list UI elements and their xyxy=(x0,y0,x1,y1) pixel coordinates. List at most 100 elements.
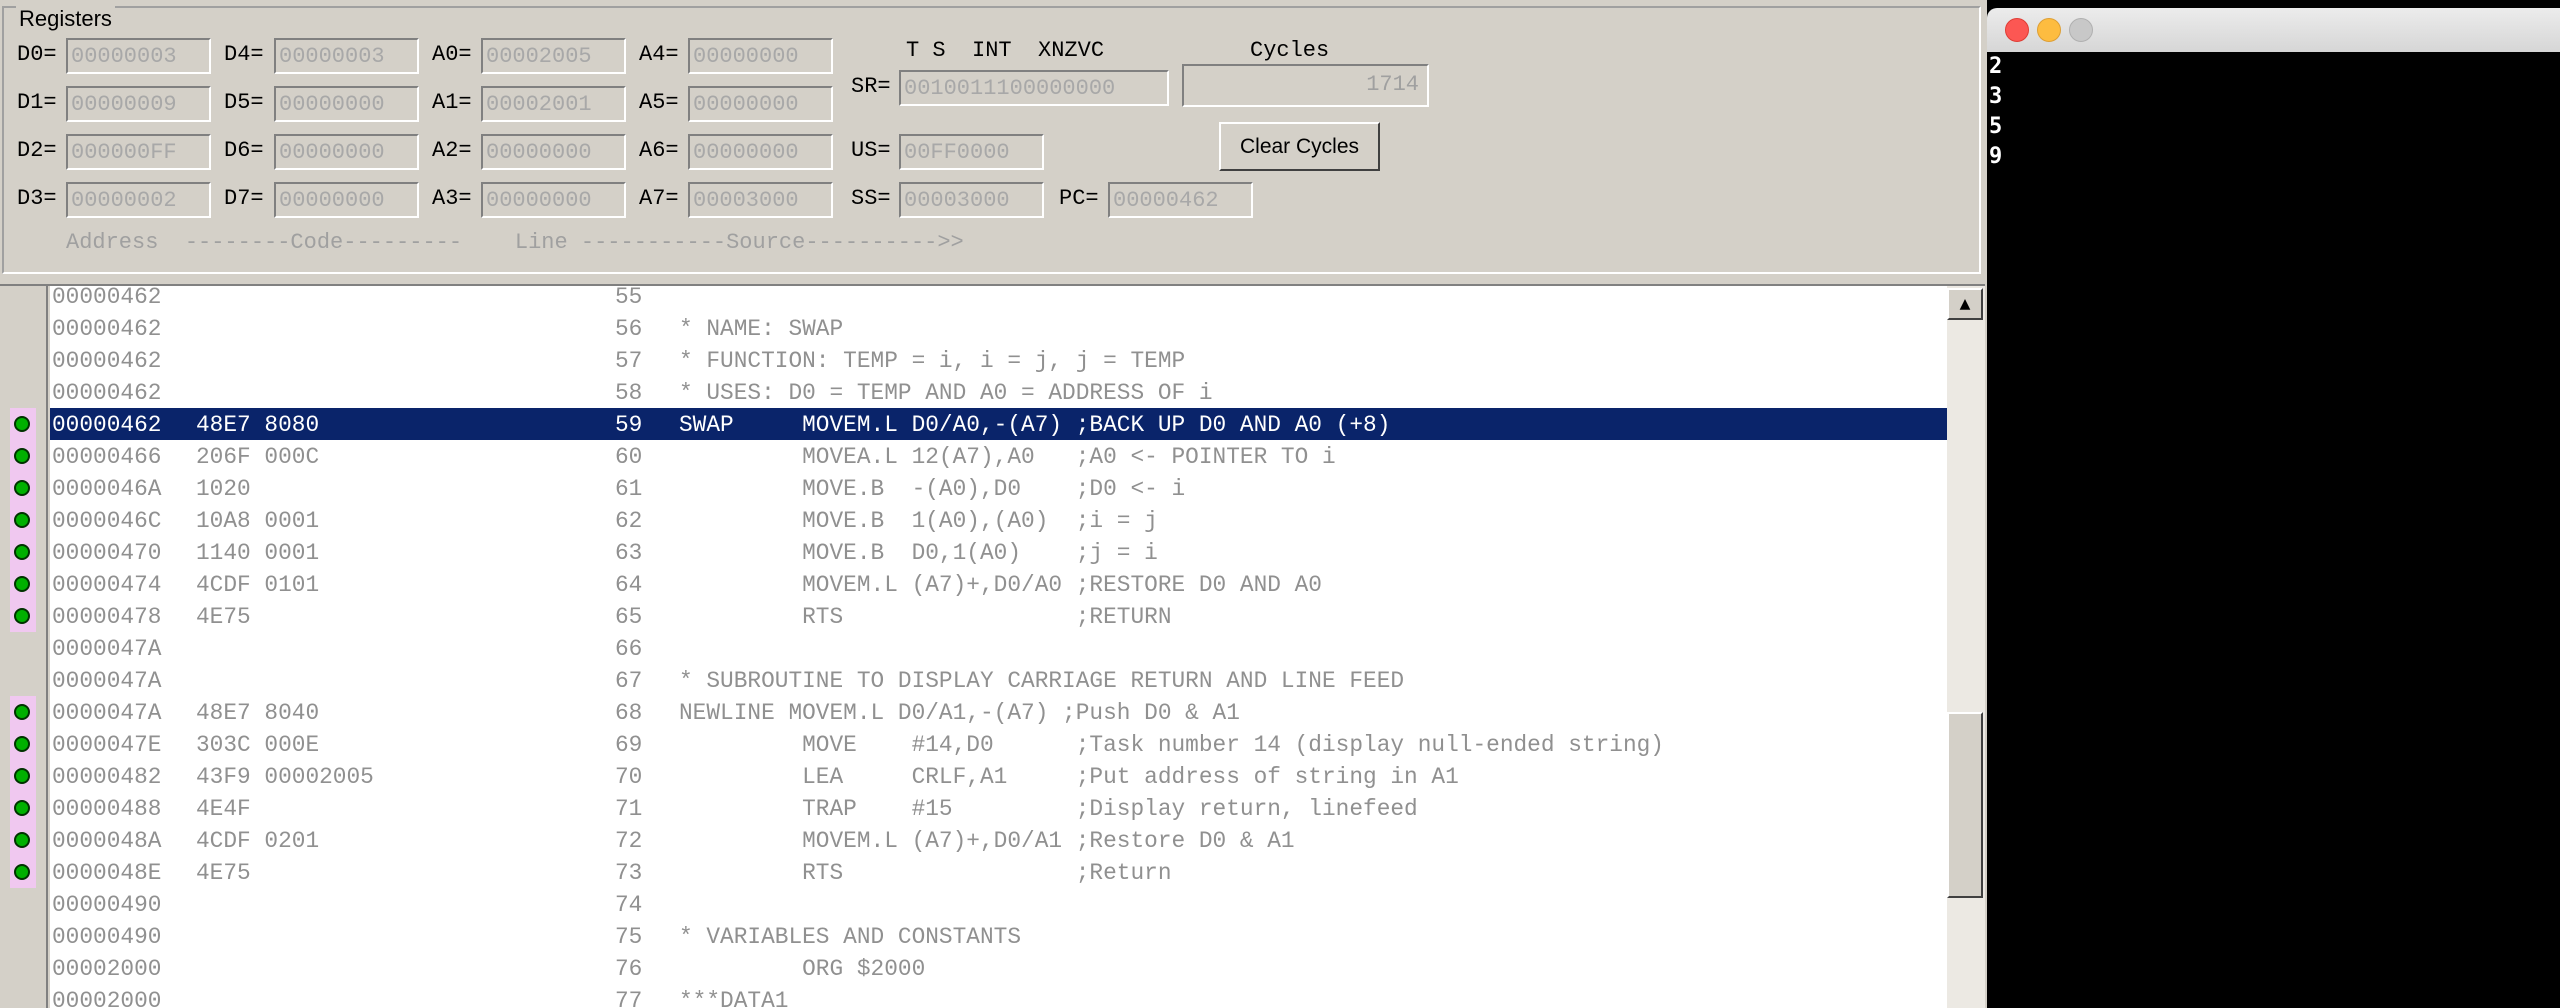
a5-field[interactable]: 00000000 xyxy=(688,86,833,122)
listing-row[interactable]: 0000047A 66 xyxy=(50,632,1947,664)
row-address: 00000462 xyxy=(52,316,162,342)
breakpoint-icon[interactable] xyxy=(14,704,30,720)
row-code: 4E75 xyxy=(196,860,251,886)
a3-field[interactable]: 00000000 xyxy=(481,182,626,218)
terminal-titlebar[interactable] xyxy=(1987,8,2560,52)
breakpoint-icon[interactable] xyxy=(14,768,30,784)
a7-field[interactable]: 00003000 xyxy=(688,182,833,218)
sr-field[interactable]: 0010011100000000 xyxy=(899,70,1169,106)
breakpoint-icon[interactable] xyxy=(14,800,30,816)
listing-row[interactable]: 0000047A 48E7 8040 68 NEWLINE MOVEM.L D0/A1… xyxy=(50,696,1947,728)
row-source: MOVE.B -(A0),D0 ;D0 <- i xyxy=(679,476,1186,502)
d0-label: D0= xyxy=(17,42,57,67)
cycles-label: Cycles xyxy=(1250,38,1330,63)
listing-row[interactable]: 00000462 58 * USES: D0 = TEMP AND A0 = ADD… xyxy=(50,376,1947,408)
breakpoint-icon[interactable] xyxy=(14,416,30,432)
breakpoint-gutter[interactable] xyxy=(0,286,48,1008)
d7-field[interactable]: 00000000 xyxy=(274,182,419,218)
listing-row[interactable]: 00000490 75 * VARIABLES AND CONSTANTS xyxy=(50,920,1947,952)
us-label: US= xyxy=(851,138,891,163)
vertical-scrollbar[interactable]: ▲ xyxy=(1947,286,1985,1008)
row-line-number: 64 xyxy=(615,572,643,598)
breakpoint-icon[interactable] xyxy=(14,512,30,528)
a2-label: A2= xyxy=(432,138,472,163)
row-address: 00000474 xyxy=(52,572,162,598)
breakpoint-icon[interactable] xyxy=(14,576,30,592)
row-address: 0000046A xyxy=(52,476,162,502)
a2-field[interactable]: 00000000 xyxy=(481,134,626,170)
listing-row[interactable]: 0000047E 303C 000E 69 MOVE #14,D0 ;Task nu… xyxy=(50,728,1947,760)
d5-field[interactable]: 00000000 xyxy=(274,86,419,122)
a1-field[interactable]: 00002001 xyxy=(481,86,626,122)
listing-row[interactable]: 00000478 4E75 65 RTS ;RETURN xyxy=(50,600,1947,632)
row-code: 206F 000C xyxy=(196,444,320,470)
listing-column-header: Address --------Code--------- Line -----… xyxy=(66,230,964,255)
listing-row[interactable]: 00000462 56 * NAME: SWAP xyxy=(50,312,1947,344)
listing-row[interactable]: 0000048A 4CDF 0201 72 MOVEM.L (A7)+,D0/A1 … xyxy=(50,824,1947,856)
d4-field[interactable]: 00000003 xyxy=(274,38,419,74)
listing-row[interactable]: 00000462 57 * FUNCTION: TEMP = i, i = j, j… xyxy=(50,344,1947,376)
listing-row[interactable]: 00000490 74 xyxy=(50,888,1947,920)
row-source: MOVE.B 1(A0),(A0) ;i = j xyxy=(679,508,1158,534)
d7-label: D7= xyxy=(224,186,264,211)
row-source: MOVE.B D0,1(A0) ;j = i xyxy=(679,540,1158,566)
row-address: 00000482 xyxy=(52,764,162,790)
row-address: 00000488 xyxy=(52,796,162,822)
listing-view[interactable]: 00000462 55 00000462 56 * NAME: SWAP 00000462… xyxy=(50,286,1947,1008)
ss-field[interactable]: 00003000 xyxy=(899,182,1044,218)
d1-field[interactable]: 00000009 xyxy=(66,86,211,122)
listing-row[interactable]: 0000046A 1020 61 MOVE.B -(A0),D0 ;D0 <- i xyxy=(50,472,1947,504)
terminal-line: 9 xyxy=(1989,144,2003,169)
breakpoint-icon[interactable] xyxy=(14,736,30,752)
us-field[interactable]: 00FF0000 xyxy=(899,134,1044,170)
row-source: SWAP MOVEM.L D0/A0,-(A7) ;BACK UP D0 AND… xyxy=(679,412,1391,438)
listing-row[interactable]: 0000048E 4E75 73 RTS ;Return xyxy=(50,856,1947,888)
listing-row[interactable]: 00002000 77 ***DATA1 xyxy=(50,984,1947,1008)
row-line-number: 76 xyxy=(615,956,643,982)
breakpoint-icon[interactable] xyxy=(14,480,30,496)
row-code: 48E7 8080 xyxy=(196,412,320,438)
breakpoint-icon[interactable] xyxy=(14,448,30,464)
registers-panel: Registers D0= 00000003 D1= 00000009 D2= … xyxy=(2,6,1981,274)
d0-field[interactable]: 00000003 xyxy=(66,38,211,74)
listing-row[interactable]: 00000482 43F9 00002005 70 LEA CRLF,A1 ;Put… xyxy=(50,760,1947,792)
row-address: 00000478 xyxy=(52,604,162,630)
maximize-icon[interactable] xyxy=(2069,18,2093,42)
d2-field[interactable]: 000000FF xyxy=(66,134,211,170)
close-icon[interactable] xyxy=(2005,18,2029,42)
listing-row[interactable]: 00000462 48E7 8080 59 SWAP MOVEM.L D0/A0,-(… xyxy=(50,408,1947,440)
listing-row[interactable]: 0000046C 10A8 0001 62 MOVE.B 1(A0),(A0) ;i… xyxy=(50,504,1947,536)
pc-field[interactable]: 00000462 xyxy=(1108,182,1253,218)
row-source: * NAME: SWAP xyxy=(679,316,844,342)
d5-label: D5= xyxy=(224,90,264,115)
listing-row[interactable]: 00000488 4E4F 71 TRAP #15 ;Display return,… xyxy=(50,792,1947,824)
clear-cycles-button[interactable]: Clear Cycles xyxy=(1219,122,1380,171)
breakpoint-icon[interactable] xyxy=(14,608,30,624)
scroll-up-icon[interactable]: ▲ xyxy=(1947,288,1983,320)
row-source: TRAP #15 ;Display return, linefeed xyxy=(679,796,1418,822)
d6-field[interactable]: 00000000 xyxy=(274,134,419,170)
d3-field[interactable]: 00000002 xyxy=(66,182,211,218)
breakpoint-icon[interactable] xyxy=(14,832,30,848)
listing-row[interactable]: 00000470 1140 0001 63 MOVE.B D0,1(A0) ;j =… xyxy=(50,536,1947,568)
row-line-number: 61 xyxy=(615,476,643,502)
row-code: 4CDF 0101 xyxy=(196,572,320,598)
listing-row[interactable]: 00000466 206F 000C 60 MOVEA.L 12(A7),A0 ;A… xyxy=(50,440,1947,472)
a4-field[interactable]: 00000000 xyxy=(688,38,833,74)
row-line-number: 67 xyxy=(615,668,643,694)
breakpoint-icon[interactable] xyxy=(14,544,30,560)
scroll-thumb[interactable] xyxy=(1947,712,1983,898)
a6-field[interactable]: 00000000 xyxy=(688,134,833,170)
listing-row[interactable]: 00000462 55 xyxy=(50,286,1947,312)
row-address: 00000462 xyxy=(52,412,162,438)
a0-field[interactable]: 00002005 xyxy=(481,38,626,74)
listing-row[interactable]: 0000047A 67 * SUBROUTINE TO DISPLAY CARRIA… xyxy=(50,664,1947,696)
listing-row[interactable]: 00002000 76 ORG $2000 xyxy=(50,952,1947,984)
minimize-icon[interactable] xyxy=(2037,18,2061,42)
breakpoint-icon[interactable] xyxy=(14,864,30,880)
ss-label: SS= xyxy=(851,186,891,211)
row-address: 00002000 xyxy=(52,988,162,1008)
row-line-number: 74 xyxy=(615,892,643,918)
listing-row[interactable]: 00000474 4CDF 0101 64 MOVEM.L (A7)+,D0/A0 … xyxy=(50,568,1947,600)
row-address: 00000462 xyxy=(52,348,162,374)
